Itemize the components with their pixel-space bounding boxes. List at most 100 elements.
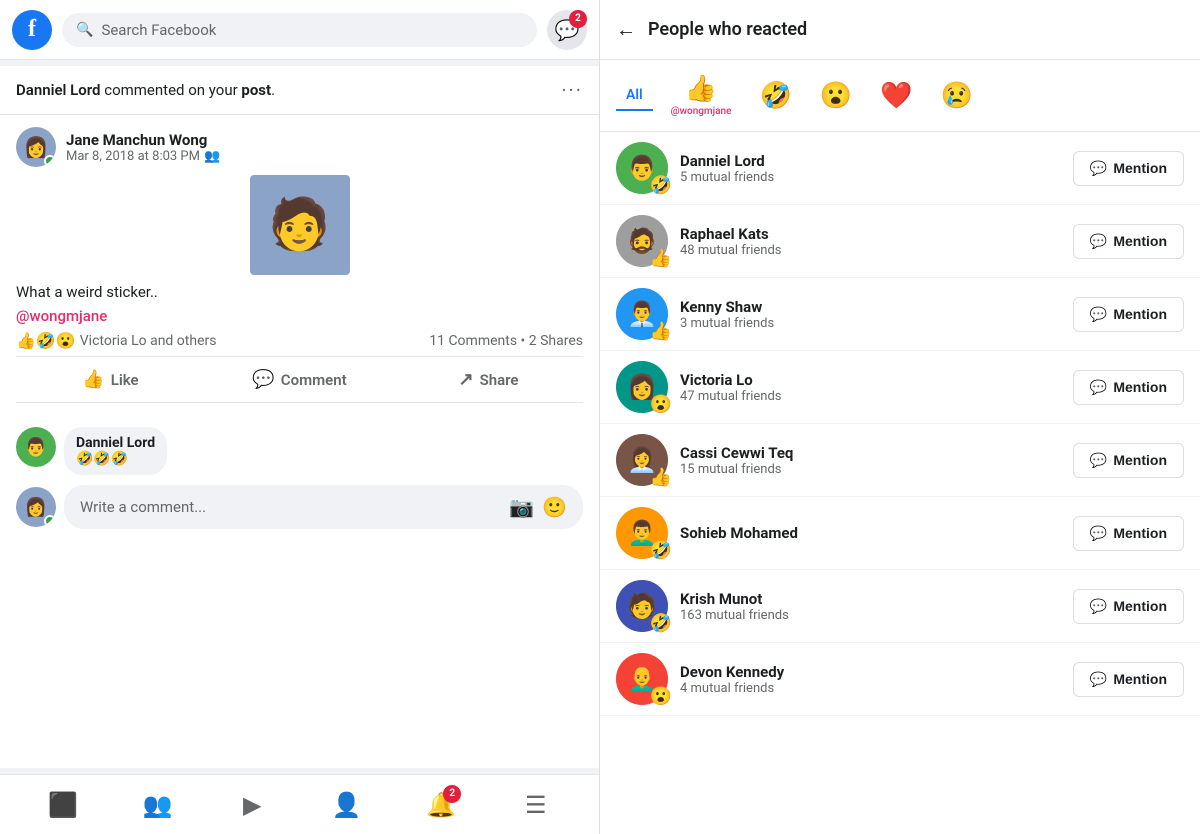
messenger-button[interactable]: 💬 2 bbox=[547, 10, 587, 50]
like-button[interactable]: 👍 Like bbox=[16, 361, 205, 398]
action-buttons: 👍 Like 💬 Comment ↗ Share bbox=[16, 356, 583, 403]
person-mutual: 47 mutual friends bbox=[680, 389, 1061, 404]
tab-like-user: @wongmjane bbox=[671, 106, 732, 117]
notification-item: Danniel Lord commented on your post. ··· bbox=[0, 66, 599, 115]
comment-bubble: Danniel Lord 🤣🤣🤣 bbox=[64, 427, 167, 475]
top-nav: f 🔍 Search Facebook 💬 2 bbox=[0, 0, 599, 60]
mention-button[interactable]: 💬 Mention bbox=[1073, 151, 1184, 186]
comment-placeholder: Write a comment... bbox=[80, 498, 206, 516]
nav-notifications[interactable]: 🔔 2 bbox=[419, 783, 463, 827]
tab-wow[interactable]: 😮 bbox=[810, 75, 862, 117]
like-label: Like bbox=[111, 371, 139, 389]
reactions-row: 👍 🤣 😮 Victoria Lo and others 11 Comments… bbox=[16, 331, 583, 350]
person-reaction-badge: 👍 bbox=[650, 248, 672, 269]
camera-icon[interactable]: 📷 bbox=[509, 495, 534, 519]
friends-icon: 👥 bbox=[143, 791, 173, 819]
post-text-content: What a weird sticker.. bbox=[16, 283, 158, 301]
person-avatar: 👩‍💼 👍 bbox=[616, 434, 668, 486]
mention-button[interactable]: 💬 Mention bbox=[1073, 589, 1184, 624]
person-row: 👩‍💼 👍 Cassi Cewwi Teq 15 mutual friends … bbox=[600, 424, 1200, 497]
comment-input[interactable]: Write a comment... 📷 🙂 bbox=[64, 485, 583, 529]
mention-btn-icon: 💬 bbox=[1090, 598, 1107, 615]
shares-count: 2 Shares bbox=[529, 333, 583, 349]
profile-icon: 👤 bbox=[332, 791, 362, 819]
person-info: Cassi Cewwi Teq 15 mutual friends bbox=[680, 444, 1061, 477]
notification-post-word: post bbox=[241, 81, 271, 99]
search-bar[interactable]: 🔍 Search Facebook bbox=[62, 13, 537, 47]
comment-text: 🤣🤣🤣 bbox=[76, 451, 155, 467]
comment-label: Comment bbox=[281, 371, 347, 389]
person-name: Krish Munot bbox=[680, 590, 1061, 608]
mention-btn-icon: 💬 bbox=[1090, 671, 1107, 688]
post-text: What a weird sticker.. bbox=[16, 283, 583, 301]
comment-button[interactable]: 💬 Comment bbox=[205, 361, 394, 398]
nav-watch[interactable]: ▶ bbox=[230, 783, 274, 827]
right-header: ← People who reacted bbox=[600, 0, 1200, 60]
person-row: 👨‍💼 👍 Kenny Shaw 3 mutual friends 💬 Ment… bbox=[600, 278, 1200, 351]
watch-icon: ▶ bbox=[243, 791, 261, 819]
person-avatar: 👨‍🦱 🤣 bbox=[616, 507, 668, 559]
mention-btn-label: Mention bbox=[1113, 233, 1167, 249]
person-mutual: 5 mutual friends bbox=[680, 170, 1061, 185]
person-row: 👩 😮 Victoria Lo 47 mutual friends 💬 Ment… bbox=[600, 351, 1200, 424]
mention-button[interactable]: 💬 Mention bbox=[1073, 443, 1184, 478]
comment-icon: 💬 bbox=[252, 369, 274, 390]
person-avatar: 👩 😮 bbox=[616, 361, 668, 413]
more-options-button[interactable]: ··· bbox=[561, 78, 583, 102]
person-name: Sohieb Mohamed bbox=[680, 524, 1061, 542]
tab-sad-emoji: 😢 bbox=[941, 81, 973, 111]
mention-button[interactable]: 💬 Mention bbox=[1073, 370, 1184, 405]
fb-logo-letter: f bbox=[28, 16, 36, 43]
panel-title: People who reacted bbox=[648, 19, 807, 40]
mention-btn-label: Mention bbox=[1113, 671, 1167, 687]
post-mention-tag[interactable]: @wongmjane bbox=[16, 307, 107, 325]
search-icon: 🔍 bbox=[76, 22, 93, 38]
share-button[interactable]: ↗ Share bbox=[394, 361, 583, 398]
person-row: 👨‍🦲 😮 Devon Kennedy 4 mutual friends 💬 M… bbox=[600, 643, 1200, 716]
mention-btn-label: Mention bbox=[1113, 306, 1167, 322]
tab-wow-emoji: 😮 bbox=[820, 81, 852, 111]
mention-button[interactable]: 💬 Mention bbox=[1073, 297, 1184, 332]
notifications-badge: 2 bbox=[443, 785, 461, 803]
reactions-label: Victoria Lo and others bbox=[80, 333, 217, 349]
tab-haha[interactable]: 🤣 bbox=[749, 75, 801, 117]
comment-input-row: 👩 Write a comment... 📷 🙂 bbox=[16, 485, 583, 529]
post-image-content: 🧑 bbox=[268, 196, 330, 254]
post-mention: @wongmjane bbox=[16, 307, 583, 325]
person-name: Raphael Kats bbox=[680, 225, 1061, 243]
mention-button[interactable]: 💬 Mention bbox=[1073, 224, 1184, 259]
search-input[interactable]: Search Facebook bbox=[101, 21, 216, 39]
person-name: Danniel Lord bbox=[680, 152, 1061, 170]
nav-menu[interactable]: ☰ bbox=[514, 783, 558, 827]
home-icon: ⬛ bbox=[48, 791, 78, 819]
person-avatar: 👨‍🦲 😮 bbox=[616, 653, 668, 705]
nav-profile[interactable]: 👤 bbox=[325, 783, 369, 827]
person-avatar: 🧔 👍 bbox=[616, 215, 668, 267]
comment-item: 👨 Danniel Lord 🤣🤣🤣 bbox=[16, 427, 583, 475]
tab-love[interactable]: ❤️ bbox=[870, 75, 922, 117]
person-reaction-badge: 🤣 bbox=[650, 175, 672, 196]
tab-all[interactable]: All bbox=[616, 81, 653, 111]
notification-author: Danniel Lord bbox=[16, 81, 100, 99]
haha-reaction: 🤣 bbox=[36, 331, 56, 350]
nav-home[interactable]: ⬛ bbox=[41, 783, 85, 827]
emoji-icon[interactable]: 🙂 bbox=[542, 495, 567, 519]
tab-like[interactable]: 👍 @wongmjane bbox=[661, 68, 742, 123]
mention-button[interactable]: 💬 Mention bbox=[1073, 662, 1184, 697]
reaction-tabs: All 👍 @wongmjane 🤣 😮 ❤️ 😢 bbox=[600, 60, 1200, 132]
post-date: Mar 8, 2018 at 8:03 PM bbox=[66, 149, 200, 164]
nav-friends[interactable]: 👥 bbox=[136, 783, 180, 827]
tab-sad[interactable]: 😢 bbox=[931, 75, 983, 117]
post-author-info: Jane Manchun Wong Mar 8, 2018 at 8:03 PM… bbox=[66, 131, 220, 164]
person-reaction-badge: 😮 bbox=[650, 394, 672, 415]
person-reaction-badge: 🤣 bbox=[650, 540, 672, 561]
person-info: Danniel Lord 5 mutual friends bbox=[680, 152, 1061, 185]
current-user-online bbox=[44, 515, 56, 527]
person-row: 👨‍🦱 🤣 Sohieb Mohamed 💬 Mention bbox=[600, 497, 1200, 570]
tab-haha-emoji: 🤣 bbox=[759, 81, 791, 111]
messenger-badge: 2 bbox=[569, 10, 587, 28]
mention-btn-icon: 💬 bbox=[1090, 452, 1107, 469]
mention-button[interactable]: 💬 Mention bbox=[1073, 516, 1184, 551]
back-button[interactable]: ← bbox=[616, 17, 636, 42]
post-author-avatar: 👩 bbox=[16, 127, 56, 167]
